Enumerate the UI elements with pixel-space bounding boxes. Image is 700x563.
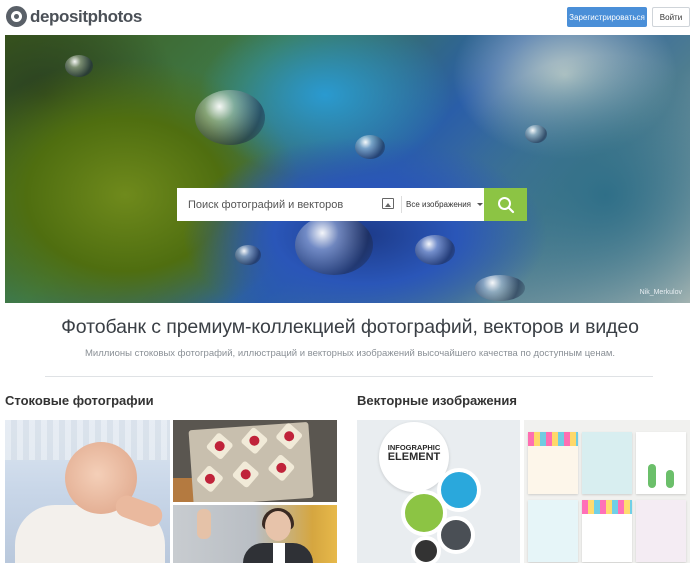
logo-text: depositphotos [30,6,142,26]
water-drop [295,215,373,275]
birthday-card [528,500,578,562]
pastry-shape [240,426,269,455]
infographic-title: INFOGRAPHIC ELEMENT [383,444,445,463]
birthday-card [636,500,686,562]
baking-tray-shape [188,421,314,502]
water-drop [65,55,93,77]
logo[interactable]: depositphotos [6,6,142,27]
pastry-shape [275,422,304,451]
cactus-shape [666,470,674,488]
search-bar: Все изображения [177,188,527,221]
birthday-card [582,500,632,562]
divider [401,196,402,213]
register-button[interactable]: Зарегистрироваться [567,7,647,27]
search-type-select[interactable]: Все изображения [406,188,484,221]
water-drop [415,235,455,265]
photo-thumbnail-pastry[interactable] [173,420,337,502]
divider [45,376,653,377]
page-subtitle: Миллионы стоковых фотографий, иллюстраци… [84,348,616,359]
pastry-shape [267,453,296,483]
search-icon [497,196,514,213]
water-drop [195,90,265,145]
bunting-shape [528,432,578,446]
search-button[interactable] [484,188,527,221]
photo-thumbnail-business-woman[interactable] [173,505,337,563]
birthday-card [528,432,578,494]
bunting-shape [582,500,632,514]
shirt-shape [273,543,285,563]
hero-banner: Все изображения Nik_Merkulov [5,35,690,303]
water-drop [525,125,547,143]
cactus-shape [648,464,656,488]
search-input[interactable] [177,188,377,221]
photo-credit[interactable]: Nik_Merkulov [640,289,682,296]
water-drop [355,135,385,159]
vector-thumbnail-infographic[interactable]: INFOGRAPHIC ELEMENT [357,420,520,563]
vector-thumbnail-birthday-cards[interactable] [524,420,690,563]
pastry-shape [205,432,234,461]
login-button[interactable]: Войти [652,7,690,27]
photo-thumbnail-baby[interactable] [5,420,170,563]
stock-photos-heading[interactable]: Стоковые фотографии [5,393,154,408]
birthday-card [636,432,686,494]
logo-icon [6,6,27,27]
pastry-shape [195,464,225,494]
infographic-title-line2: ELEMENT [387,450,441,463]
birthday-card [582,432,632,494]
water-drop [235,245,261,265]
search-type-label: Все изображения [406,200,472,209]
water-drop [475,275,525,301]
raised-hand-shape [197,509,211,539]
site-header: depositphotos Зарегистрироваться Войти [0,0,700,34]
image-search-icon[interactable] [382,198,394,209]
page-title: Фотобанк с премиум-коллекцией фотографий… [61,316,639,338]
vectors-heading[interactable]: Векторные изображения [357,393,517,408]
pastry-shape [231,460,260,489]
face-shape [265,511,291,541]
chevron-down-icon [477,203,484,206]
infographic-circle [437,516,475,554]
infographic-circle [411,536,441,563]
